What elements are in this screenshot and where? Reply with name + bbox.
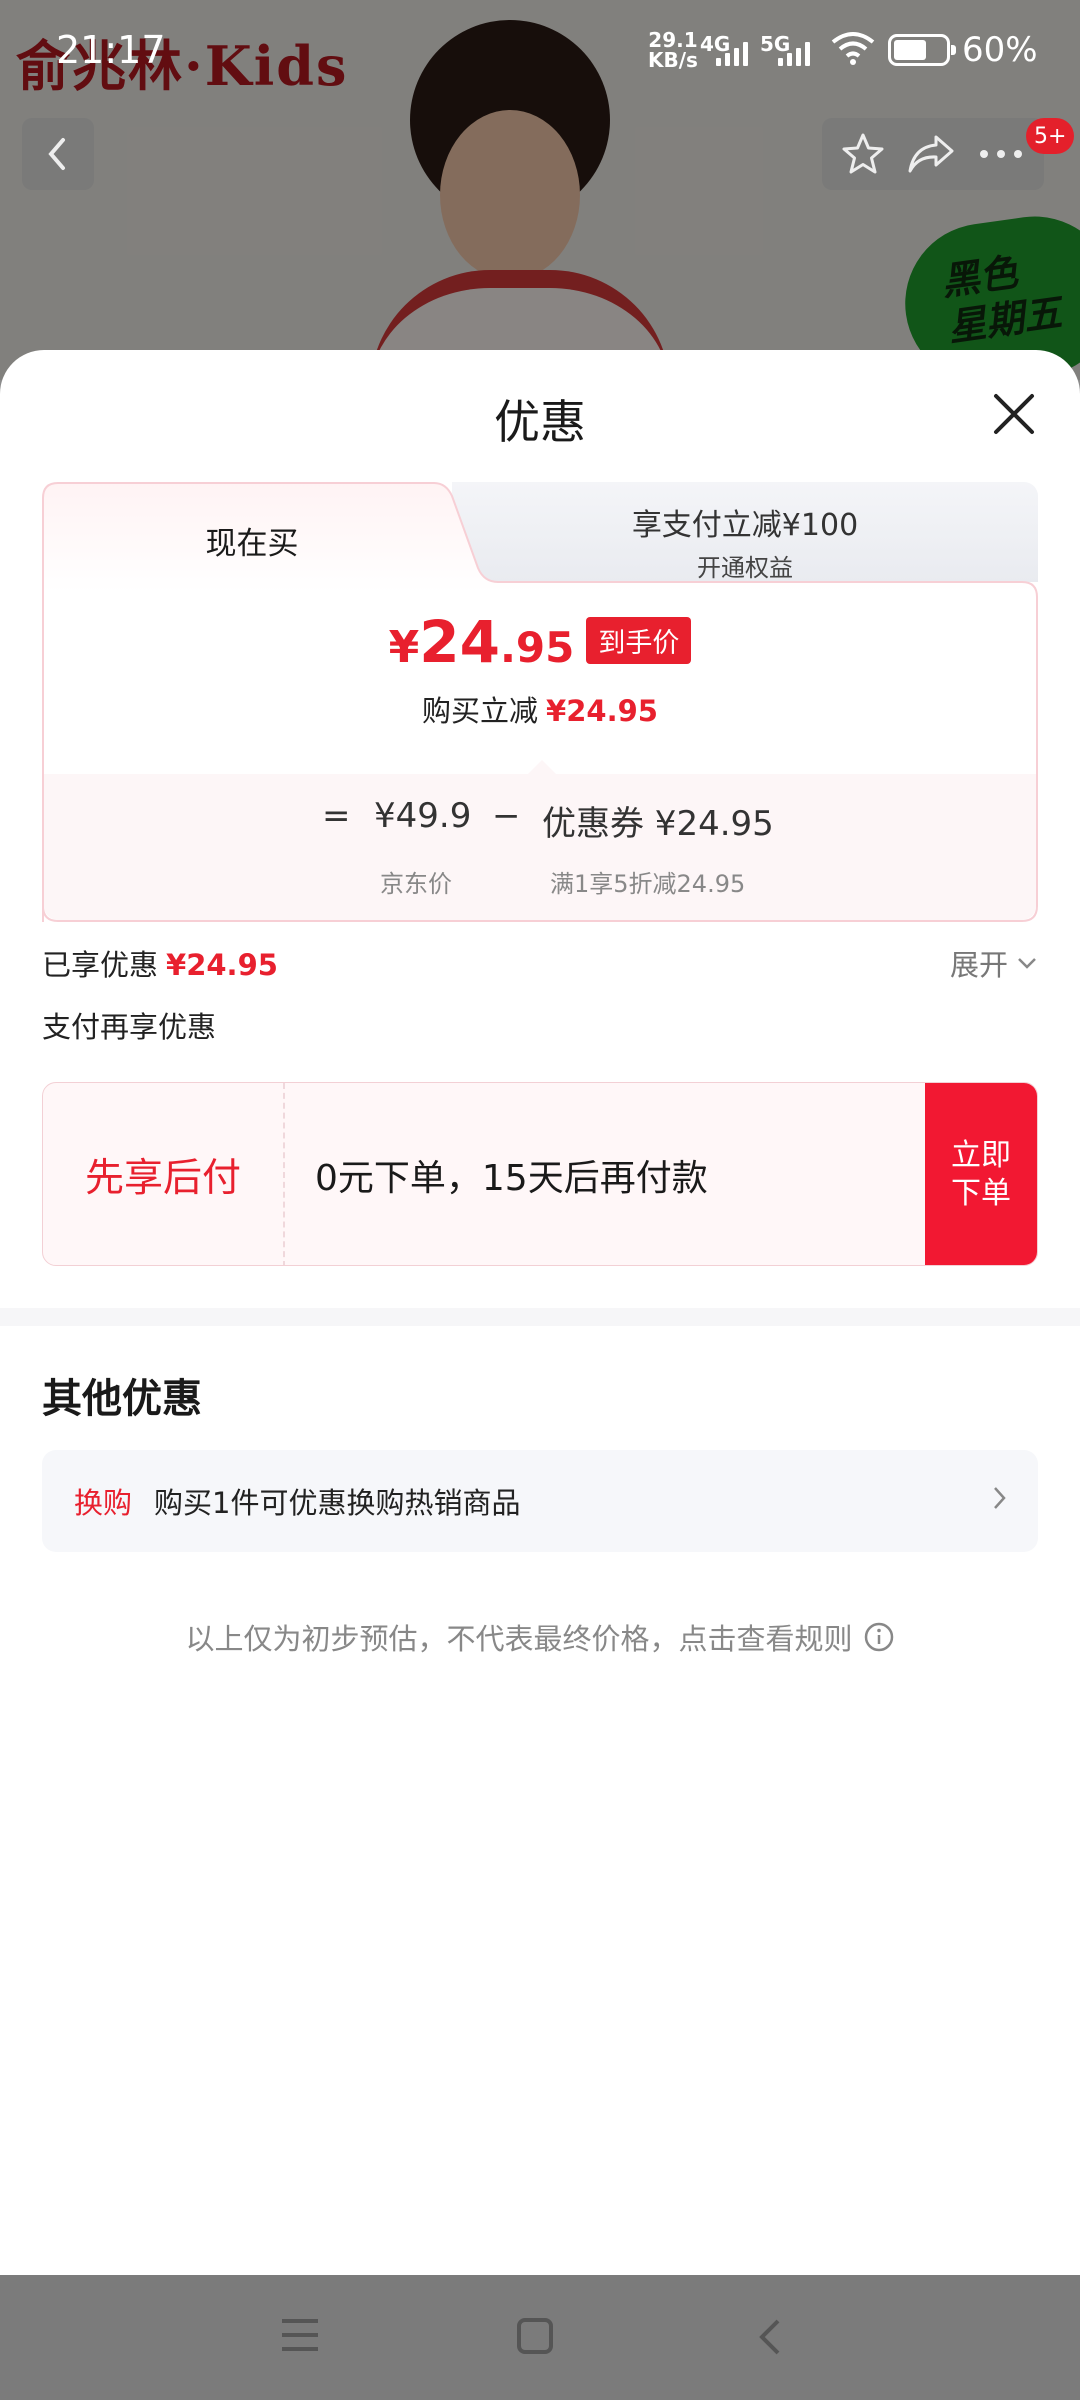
equals-sign: =	[322, 796, 351, 836]
buy-now-pay-later-card[interactable]: 先享后付 0元下单，15天后再付款 立即 下单	[42, 1082, 1038, 1266]
top-action-group	[822, 118, 1044, 190]
exchange-tag: 换购	[74, 1486, 133, 1520]
price-disclaimer[interactable]: 以上仅为初步预估，不代表最终价格，点击查看规则	[0, 1616, 1080, 1658]
signal-5g-icon	[778, 40, 810, 66]
purchase-reduction: 购买立减 ¥24.95	[422, 694, 658, 728]
back-button[interactable]	[22, 118, 94, 190]
chevron-left-icon	[48, 138, 65, 170]
menu-icon[interactable]	[280, 2317, 320, 2353]
home-icon[interactable]	[516, 2317, 554, 2355]
exchange-text: 购买1件可优惠换购热销商品	[154, 1486, 521, 1520]
battery-percent: 60%	[962, 30, 1038, 70]
status-bar: 21:17 29.1 KB/s 4G 5G 60%	[0, 0, 1080, 100]
chevron-right-icon	[994, 1487, 1006, 1509]
wifi-icon	[831, 32, 875, 65]
message-count-badge: 5+	[1026, 118, 1075, 154]
other-discounts-title: 其他优惠	[42, 1376, 202, 1422]
bnpl-title: 先享后付	[43, 1083, 285, 1265]
exchange-offer-row[interactable]: 换购 购买1件可优惠换购热销商品	[42, 1450, 1038, 1552]
system-nav-bar	[0, 2275, 1080, 2400]
discount-summary: 已享优惠 ¥24.95 展开 支付再享优惠	[42, 942, 1038, 1044]
sheet-title: 优惠	[494, 395, 586, 449]
chevron-down-icon	[1018, 958, 1036, 969]
jd-price-label: 京东价	[380, 870, 452, 898]
final-price: ¥24.95	[388, 608, 575, 676]
jd-price: ¥49.9	[374, 796, 472, 836]
section-divider	[0, 1308, 1080, 1326]
bnpl-description: 0元下单，15天后再付款	[315, 1158, 708, 1199]
share-icon[interactable]	[906, 131, 956, 177]
order-now-button[interactable]: 立即 下单	[925, 1083, 1037, 1265]
coupon-amount: 优惠券 ¥24.95	[542, 804, 774, 844]
info-icon[interactable]	[863, 1621, 895, 1653]
back-nav-icon[interactable]	[756, 2317, 784, 2357]
star-icon[interactable]	[840, 131, 886, 177]
more-icon[interactable]	[976, 144, 1026, 164]
final-price-tag: 到手价	[586, 617, 692, 664]
enjoyed-discount: 已享优惠 ¥24.95	[42, 948, 278, 982]
battery-icon	[888, 34, 956, 66]
signal-4g-icon	[716, 40, 748, 66]
price-area: ¥24.95 到手价 购买立减 ¥24.95	[42, 612, 1038, 730]
status-time: 21:17	[56, 28, 166, 72]
close-icon[interactable]	[986, 386, 1042, 442]
tab-buy-now[interactable]: 现在买	[42, 518, 462, 563]
expand-button[interactable]: 展开	[950, 942, 1038, 984]
discount-sheet: 优惠 享支付立减¥100 开通权益 现在买 ¥24.95 到手价 购买立减 ¥2…	[0, 350, 1080, 2275]
price-breakdown: = ¥49.9 − 优惠券 ¥24.95 京东价 满1享5折减24.95	[44, 760, 1036, 920]
net-speed: 29.1 KB/s	[648, 28, 698, 72]
minus-sign: −	[492, 796, 521, 836]
pay-again-title: 支付再享优惠	[42, 1010, 217, 1044]
coupon-description: 满1享5折减24.95	[550, 870, 746, 898]
